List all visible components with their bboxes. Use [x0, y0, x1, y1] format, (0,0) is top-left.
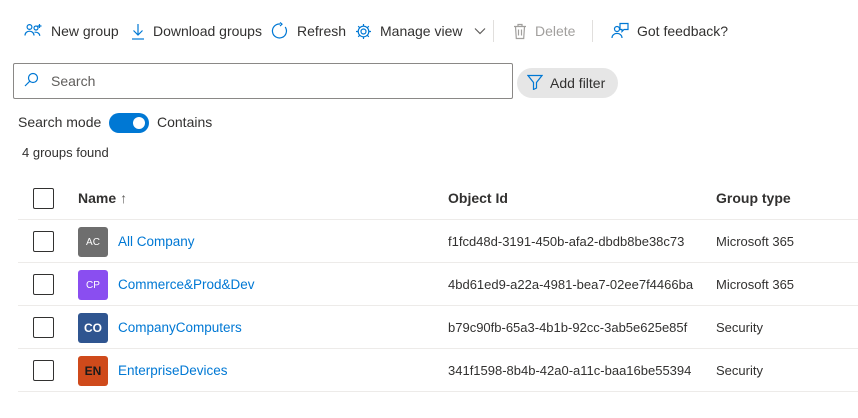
refresh-icon	[271, 22, 289, 40]
avatar: CO	[78, 313, 108, 343]
chevron-down-icon	[474, 27, 486, 35]
object-id-cell: b79c90fb-65a3-4b1b-92cc-3ab5e625e85f	[448, 320, 688, 335]
filter-icon	[526, 74, 544, 93]
search-icon	[24, 72, 39, 90]
row-checkbox[interactable]	[33, 317, 54, 338]
column-header-object-id[interactable]: Object Id	[448, 190, 508, 206]
column-header-group-type[interactable]: Group type	[716, 190, 791, 206]
object-id-cell: 4bd61ed9-a22a-4981-bea7-02ee7f4466ba	[448, 277, 694, 292]
table-row[interactable]: CO CompanyComputers b79c90fb-65a3-4b1b-9…	[18, 306, 858, 349]
manage-view-button[interactable]: Manage view	[355, 19, 486, 43]
group-type-cell: Microsoft 365	[716, 234, 795, 249]
group-type-cell: Microsoft 365	[716, 277, 795, 292]
group-type-cell: Security	[716, 363, 763, 378]
result-count: 4 groups found	[22, 145, 109, 160]
gear-icon	[355, 23, 372, 40]
group-name-link[interactable]: Commerce&Prod&Dev	[118, 277, 255, 292]
group-name-link[interactable]: CompanyComputers	[118, 320, 242, 335]
row-checkbox[interactable]	[33, 274, 54, 295]
new-group-label: New group	[51, 23, 119, 39]
refresh-button[interactable]: Refresh	[271, 19, 346, 43]
search-mode-toggle[interactable]	[109, 113, 149, 133]
object-id-cell: f1fcd48d-3191-450b-afa2-dbdb8be38c73	[448, 234, 685, 249]
group-add-icon	[24, 23, 43, 39]
row-checkbox[interactable]	[33, 360, 54, 381]
download-groups-button[interactable]: Download groups	[131, 19, 262, 43]
new-group-button[interactable]: New group	[24, 19, 119, 43]
table-row[interactable]: EN EnterpriseDevices 341f1598-8b4b-42a0-…	[18, 349, 858, 392]
search-mode-value: Contains	[157, 114, 213, 130]
delete-button[interactable]: Delete	[513, 19, 575, 43]
download-groups-label: Download groups	[153, 23, 262, 39]
toolbar-divider	[592, 20, 593, 42]
feedback-label: Got feedback?	[637, 23, 729, 39]
avatar: EN	[78, 356, 108, 386]
toggle-knob	[133, 117, 145, 129]
sort-ascending-icon: ↑	[120, 190, 128, 206]
group-type-cell: Security	[716, 320, 763, 335]
add-filter-button[interactable]: Add filter	[517, 68, 618, 98]
column-header-name-label: Name	[78, 190, 117, 206]
group-name-link[interactable]: All Company	[118, 234, 195, 249]
table-row[interactable]: AC All Company f1fcd48d-3191-450b-afa2-d…	[18, 220, 858, 263]
row-checkbox[interactable]	[33, 231, 54, 252]
toolbar-divider	[493, 20, 494, 42]
feedback-button[interactable]: Got feedback?	[611, 19, 728, 43]
table-header: Name ↑ Object Id Group type	[18, 176, 858, 220]
select-all-checkbox[interactable]	[33, 188, 54, 209]
trash-icon	[513, 23, 527, 40]
add-filter-label: Add filter	[550, 75, 606, 91]
delete-label: Delete	[535, 23, 576, 39]
groups-table: Name ↑ Object Id Group type AC All Compan…	[18, 176, 858, 392]
object-id-cell: 341f1598-8b4b-42a0-a11c-baa16be55394	[448, 363, 692, 378]
search-mode-label: Search mode	[18, 114, 102, 130]
avatar: AC	[78, 227, 108, 257]
feedback-icon	[611, 22, 629, 40]
table-row[interactable]: CP Commerce&Prod&Dev 4bd61ed9-a22a-4981-…	[18, 263, 858, 306]
manage-view-label: Manage view	[380, 23, 463, 39]
command-bar: New group Download groups Refresh Manage…	[0, 0, 858, 62]
group-name-link[interactable]: EnterpriseDevices	[118, 363, 228, 378]
column-header-name[interactable]: Name ↑	[78, 190, 127, 206]
download-icon	[131, 23, 145, 40]
search-box[interactable]	[13, 63, 513, 99]
refresh-label: Refresh	[297, 23, 347, 39]
search-input[interactable]	[51, 73, 471, 89]
avatar: CP	[78, 270, 108, 300]
